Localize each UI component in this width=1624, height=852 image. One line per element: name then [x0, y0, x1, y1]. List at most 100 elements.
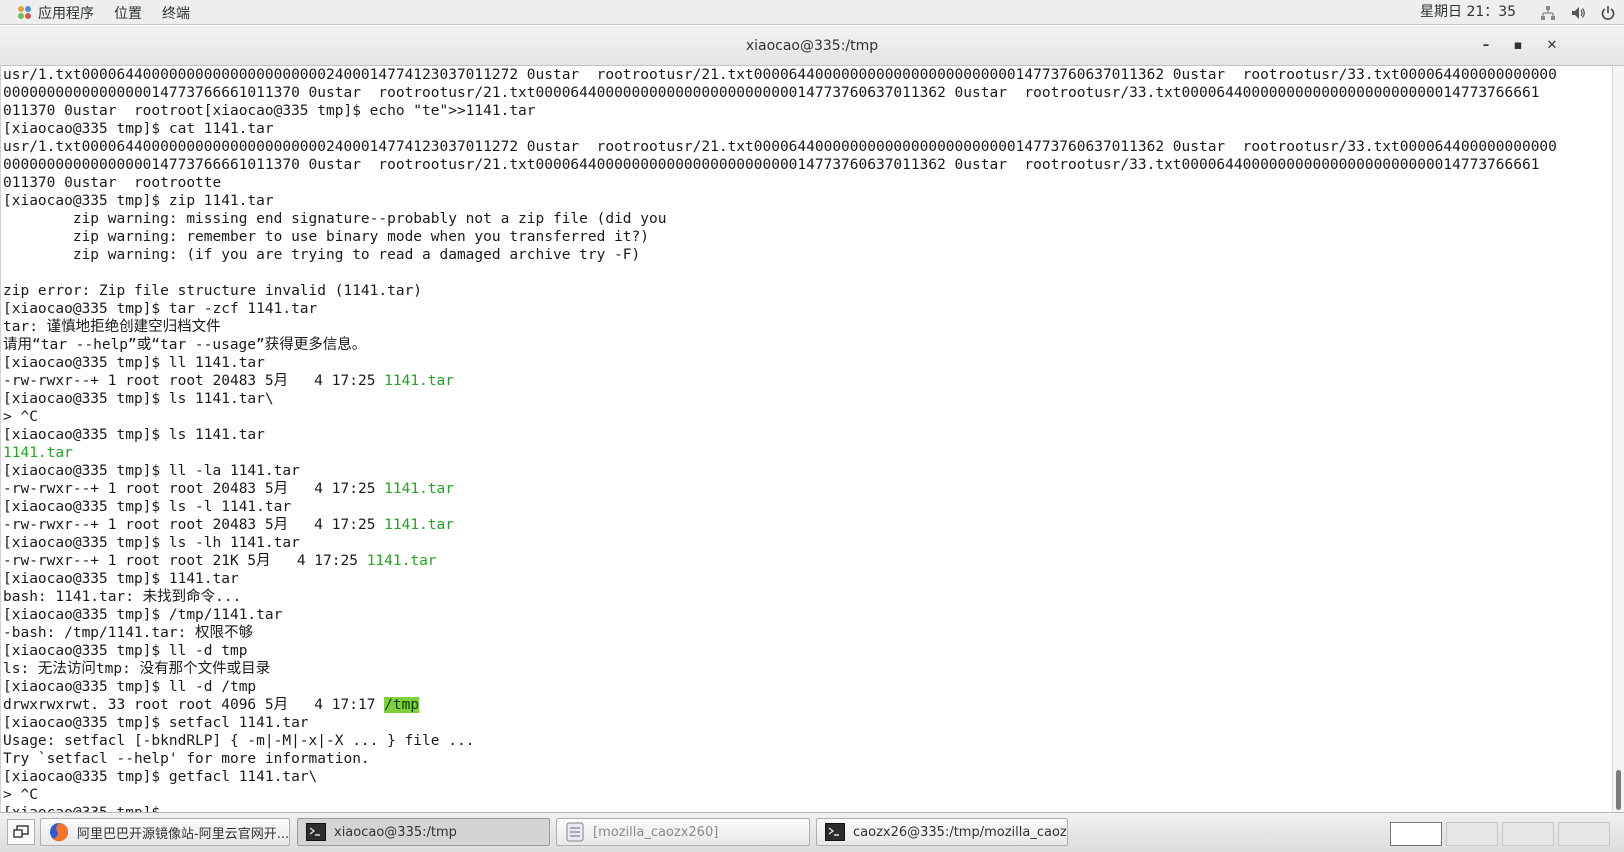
taskbar-task[interactable]: 阿里巴巴开源镜像站-阿里云官网开... — [40, 818, 290, 846]
terminal-line: [xiaocao@335 tmp]$ ll 1141.tar — [3, 354, 1612, 372]
top-bar: 应用程序 位置 终端 星期日 21：35 — [0, 0, 1624, 25]
workspace-2[interactable] — [1446, 822, 1498, 846]
terminal-text: [xiaocao@335 tmp]$ ll 1141.tar — [3, 355, 265, 371]
terminal-text: 011370 0ustar rootrootte — [3, 175, 222, 191]
terminal-text: 0000000000000000014773766661011370 0usta… — [3, 157, 1540, 173]
scrollbar-thumb[interactable] — [1616, 770, 1621, 810]
workspace-3[interactable] — [1502, 822, 1554, 846]
power-icon[interactable] — [1600, 5, 1616, 21]
terminal-text: zip warning: (if you are trying to read … — [3, 247, 641, 263]
terminal-line: [xiaocao@335 tmp]$ ll -la 1141.tar — [3, 462, 1612, 480]
terminal-text: drwxrwxrwt. 33 root root 4096 5月 4 17:17 — [3, 697, 385, 713]
taskbar-task-label: xiaocao@335:/tmp — [334, 824, 457, 840]
terminal-text: Try `setfacl --help' for more informatio… — [3, 751, 370, 767]
window-titlebar[interactable]: xiaocao@335:/tmp – ▪ ✕ — [0, 26, 1624, 66]
terminal-line: drwxrwxrwt. 33 root root 4096 5月 4 17:17… — [3, 696, 1612, 714]
terminal-line: -rw-rwxr--+ 1 root root 20483 5月 4 17:25… — [3, 480, 1612, 498]
terminal-line: [xiaocao@335 tmp]$ zip 1141.tar — [3, 192, 1612, 210]
terminal-text: [xiaocao@335 tmp]$ — [3, 805, 169, 812]
terminal-text: zip warning: missing end signature--prob… — [3, 211, 667, 227]
terminal-text: [xiaocao@335 tmp]$ ll -d /tmp — [3, 679, 257, 695]
terminal-text: [xiaocao@335 tmp]$ tar -zcf 1141.tar — [3, 301, 318, 317]
terminal-line: > ^C — [3, 786, 1612, 804]
terminal-text: [xiaocao@335 tmp]$ setfacl 1141.tar — [3, 715, 309, 731]
terminal-text: tar: 谨慎地拒绝创建空归档文件 — [3, 319, 221, 335]
places-menu[interactable]: 位置 — [104, 0, 152, 25]
terminal-colored-text: 1141.tar — [366, 553, 437, 569]
terminal-icon — [306, 822, 326, 842]
terminal-line: 1141.tar — [3, 444, 1612, 462]
terminal-text: [xiaocao@335 tmp]$ cat 1141.tar — [3, 121, 274, 137]
maximize-button[interactable]: ▪ — [1508, 36, 1528, 56]
terminal-text: [xiaocao@335 tmp]$ ls -lh 1141.tar — [3, 535, 300, 551]
terminal-text: -rw-rwxr--+ 1 root root 21K 5月 4 17:25 — [3, 553, 367, 569]
network-icon[interactable] — [1540, 5, 1556, 21]
terminal-scrollbar[interactable] — [1612, 66, 1624, 812]
terminal-colored-text: /tmp — [384, 697, 420, 713]
taskbar-task[interactable]: xiaocao@335:/tmp — [297, 818, 550, 846]
terminal-menu[interactable]: 终端 — [152, 0, 200, 25]
terminal-line: usr/1.txt0000644000000000000000000000240… — [3, 138, 1612, 156]
terminal-output[interactable]: usr/1.txt0000644000000000000000000000240… — [0, 66, 1612, 812]
terminal-text: usr/1.txt0000644000000000000000000000240… — [3, 139, 1557, 155]
terminal-line: zip warning: (if you are trying to read … — [3, 246, 1612, 264]
window-title: xiaocao@335:/tmp — [745, 38, 879, 54]
terminal-line: tar: 谨慎地拒绝创建空归档文件 — [3, 318, 1612, 336]
terminal-line: -rw-rwxr--+ 1 root root 20483 5月 4 17:25… — [3, 516, 1612, 534]
terminal-text: [xiaocao@335 tmp]$ ls 1141.tar — [3, 427, 265, 443]
terminal-line: 请用“tar --help”或“tar --usage”获得更多信息。 — [3, 336, 1612, 354]
taskbar-task-label: caozx26@335:/tmp/mozilla_caozx··· — [853, 824, 1068, 840]
terminal-colored-text: 1141.tar — [384, 517, 454, 533]
terminal-text: ls: 无法访问tmp: 没有那个文件或目录 — [3, 661, 271, 677]
terminal-line: [xiaocao@335 tmp]$ ll -d tmp — [3, 642, 1612, 660]
terminal-text: > ^C — [3, 787, 38, 803]
workspace-1[interactable] — [1390, 822, 1442, 846]
terminal-line: [xiaocao@335 tmp]$ ls -lh 1141.tar — [3, 534, 1612, 552]
terminal-text: [xiaocao@335 tmp]$ zip 1141.tar — [3, 193, 274, 209]
clock[interactable]: 星期日 21：35 — [1420, 0, 1516, 25]
terminal-text: -bash: /tmp/1141.tar: 权限不够 — [3, 625, 254, 641]
terminal-text: [xiaocao@335 tmp]$ /tmp/1141.tar — [3, 607, 283, 623]
taskbar: 阿里巴巴开源镜像站-阿里云官网开... xiaocao@335:/tmp [mozi… — [0, 812, 1624, 852]
terminal-text: 011370 0ustar rootroot[xiaocao@335 tmp]$… — [3, 103, 536, 119]
close-button[interactable]: ✕ — [1542, 36, 1562, 56]
terminal-text: zip error: Zip file structure invalid (1… — [3, 283, 423, 299]
minimize-button[interactable]: – — [1476, 36, 1496, 56]
show-desktop-button[interactable] — [7, 819, 35, 845]
terminal-line: usr/1.txt0000644000000000000000000000240… — [3, 66, 1612, 84]
system-tray[interactable] — [1540, 0, 1616, 25]
applications-menu[interactable]: 应用程序 — [0, 0, 104, 25]
terminal-line: [xiaocao@335 tmp]$ ls -l 1141.tar — [3, 498, 1612, 516]
terminal-line: zip error: Zip file structure invalid (1… — [3, 282, 1612, 300]
terminal-line: Usage: setfacl [-bkndRLP] { -m|-M|-x|-X … — [3, 732, 1612, 750]
terminal-line: [xiaocao@335 tmp]$ /tmp/1141.tar — [3, 606, 1612, 624]
terminal-line: 011370 0ustar rootroot[xiaocao@335 tmp]$… — [3, 102, 1612, 120]
places-label: 位置 — [114, 5, 142, 22]
terminal-colored-text: 1141.tar — [384, 481, 454, 497]
taskbar-task[interactable]: caozx26@335:/tmp/mozilla_caozx··· — [816, 818, 1068, 846]
taskbar-task-label: [mozilla_caozx260] — [593, 824, 719, 840]
terminal-line: zip warning: missing end signature--prob… — [3, 210, 1612, 228]
file-manager-icon — [565, 822, 585, 842]
terminal-line: ls: 无法访问tmp: 没有那个文件或目录 — [3, 660, 1612, 678]
terminal-line: [xiaocao@335 tmp]$ ls 1141.tar — [3, 426, 1612, 444]
terminal-text: [xiaocao@335 tmp]$ getfacl 1141.tar\ — [3, 769, 318, 785]
terminal-text: [xiaocao@335 tmp]$ ll -d tmp — [3, 643, 248, 659]
terminal-line: > ^C — [3, 408, 1612, 426]
terminal-text: [xiaocao@335 tmp]$ 1141.tar — [3, 571, 239, 587]
taskbar-task[interactable]: [mozilla_caozx260] — [556, 818, 810, 846]
applications-icon — [18, 5, 32, 20]
workspace-4[interactable] — [1558, 822, 1610, 846]
terminal-text: -rw-rwxr--+ 1 root root 20483 5月 4 17:25 — [3, 481, 385, 497]
terminal-colored-text: 1141.tar — [3, 445, 73, 461]
terminal-line: -rw-rwxr--+ 1 root root 20483 5月 4 17:25… — [3, 372, 1612, 390]
terminal-line: 011370 0ustar rootrootte — [3, 174, 1612, 192]
terminal-line: Try `setfacl --help' for more informatio… — [3, 750, 1612, 768]
top-menus: 应用程序 位置 终端 — [0, 0, 200, 25]
volume-icon[interactable] — [1570, 5, 1586, 21]
terminal-line: bash: 1141.tar: 未找到命令... — [3, 588, 1612, 606]
terminal-text: bash: 1141.tar: 未找到命令... — [3, 589, 242, 605]
terminal-line: [xiaocao@335 tmp]$ tar -zcf 1141.tar — [3, 300, 1612, 318]
terminal-text: -rw-rwxr--+ 1 root root 20483 5月 4 17:25 — [3, 373, 385, 389]
